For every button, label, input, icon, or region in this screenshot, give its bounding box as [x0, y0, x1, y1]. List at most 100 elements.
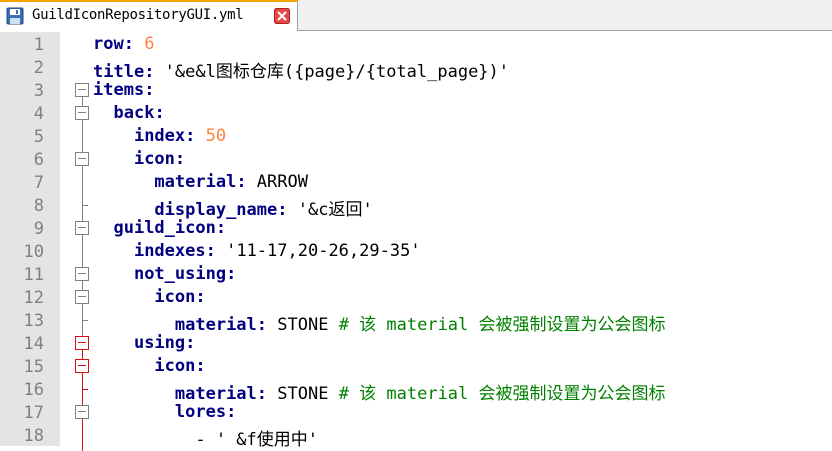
fold-end-tick [82, 205, 88, 206]
code-line[interactable]: 17 lores: [0, 401, 832, 424]
code-line[interactable]: 12 icon: [0, 286, 832, 309]
yaml-key: index [133, 126, 186, 146]
code-text: - ' &f使用中' [93, 425, 318, 450]
yaml-colon: : [215, 218, 227, 238]
yaml-key: row [93, 34, 124, 54]
yaml-key: using [133, 333, 186, 353]
file-tab[interactable]: GuildIconRepositoryGUI.yml [0, 0, 298, 31]
yaml-colon: : [123, 34, 145, 54]
yaml-key: icon [154, 356, 196, 376]
code-line[interactable]: 3 items: [0, 79, 832, 102]
yaml-colon: : [226, 264, 237, 284]
fold-toggle-icon[interactable] [75, 267, 89, 281]
line-number: 9 [33, 219, 44, 239]
fold-toggle-icon[interactable] [75, 290, 89, 304]
yaml-key: items [93, 80, 145, 100]
close-icon[interactable] [274, 8, 290, 24]
yaml-key: material [154, 172, 237, 192]
code-line[interactable]: 15 icon: [0, 355, 832, 378]
code-line[interactable]: 13 material: STONE # 该 material 会被强制设置为公… [0, 309, 832, 335]
code-text: icon: [93, 356, 205, 376]
line-number: 12 [23, 288, 44, 308]
yaml-colon: : [236, 172, 257, 192]
fold-toggle-icon[interactable] [75, 405, 89, 419]
fold-toggle-icon[interactable] [75, 106, 89, 120]
line-number: 1 [33, 35, 44, 55]
code-text: back: [93, 103, 165, 123]
code-text: using: [93, 333, 195, 353]
fold-toggle-icon[interactable] [75, 221, 89, 235]
tab-bar: GuildIconRepositoryGUI.yml [0, 0, 832, 31]
code-text: lores: [93, 402, 236, 422]
code-text: icon: [93, 287, 206, 307]
yaml-value: '11-17,20-26,29-35' [226, 241, 421, 261]
yaml-key: guild_icon [113, 218, 216, 238]
tab-title: GuildIconRepositoryGUI.yml [32, 7, 244, 23]
code-line[interactable]: 1 row: 6 [0, 33, 832, 56]
code-text: index: 50 [93, 126, 226, 146]
line-number: 6 [33, 150, 44, 170]
code-text: items: [93, 80, 154, 100]
line-number: 5 [33, 127, 44, 147]
yaml-colon: : [195, 287, 206, 307]
code-line[interactable]: 18 - ' &f使用中' [0, 424, 832, 450]
code-line[interactable]: 16 material: STONE # 该 material 会被强制设置为公… [0, 378, 832, 404]
code-line[interactable]: 9 guild_icon: [0, 217, 832, 240]
save-icon [6, 7, 24, 25]
fold-toggle-icon[interactable] [75, 359, 89, 373]
fold-toggle-icon[interactable] [75, 152, 89, 166]
yaml-colon: : [185, 333, 196, 353]
yaml-number: 6 [144, 34, 155, 54]
code-line[interactable]: 6 icon: [0, 148, 832, 171]
fold-end-tick [82, 320, 88, 321]
fold-guide [82, 336, 83, 451]
line-number: 3 [33, 81, 44, 101]
code-line[interactable]: 7 material: ARROW [0, 171, 832, 194]
yaml-value: - ' &f使用中' [195, 430, 319, 450]
yaml-colon: : [226, 402, 237, 422]
line-number: 18 [23, 426, 44, 446]
fold-toggle-icon[interactable] [75, 336, 89, 350]
code-text: indexes: '11-17,20-26,29-35' [93, 241, 421, 261]
yaml-key: back [113, 103, 155, 123]
fold-end-tick [82, 389, 88, 390]
code-line[interactable]: 11 not_using: [0, 263, 832, 286]
yaml-number: 50 [205, 126, 227, 146]
yaml-colon: : [154, 103, 165, 123]
code-text: not_using: [93, 264, 236, 284]
yaml-key: icon [154, 287, 196, 307]
code-line[interactable]: 4 back: [0, 102, 832, 125]
code-text: guild_icon: [93, 218, 226, 238]
code-text: row: 6 [93, 34, 154, 54]
yaml-value: ARROW [256, 172, 308, 192]
line-number: 14 [23, 334, 44, 354]
line-number: 16 [23, 380, 44, 400]
line-number: 11 [23, 265, 44, 285]
yaml-colon: : [144, 80, 155, 100]
code-text: material: ARROW [93, 172, 308, 192]
line-number: 4 [33, 104, 44, 124]
code-line[interactable]: 2 title: '&e&l图标仓库({page}/{total_page})' [0, 56, 832, 82]
code-line[interactable]: 8 display_name: '&c返回' [0, 194, 832, 220]
code-line[interactable]: 10 indexes: '11-17,20-26,29-35' [0, 240, 832, 263]
code-line[interactable]: 14 using: [0, 332, 832, 355]
fold-toggle-icon[interactable] [75, 83, 89, 97]
yaml-key: not_using [133, 264, 227, 284]
yaml-colon: : [174, 149, 186, 169]
yaml-colon: : [205, 241, 227, 261]
yaml-colon: : [185, 126, 206, 146]
code-line[interactable]: 5 index: 50 [0, 125, 832, 148]
line-number: 13 [23, 311, 44, 331]
